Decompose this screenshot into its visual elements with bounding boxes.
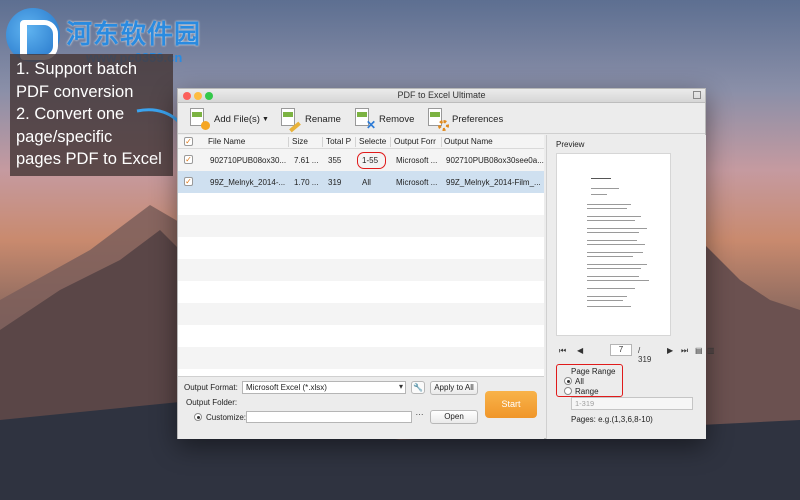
output-folder-label: Output Folder: xyxy=(186,398,238,407)
customize-label: Customize: xyxy=(206,413,247,422)
add-files-button[interactable]: Add File(s) ▼ xyxy=(188,107,269,131)
remove-pdf-icon: ✕ xyxy=(353,108,376,131)
toolbar: Add File(s) ▼ Rename ✕ Remove Preference… xyxy=(178,103,705,134)
col-total-pages[interactable]: Total P xyxy=(326,137,354,146)
page-export-icon[interactable]: ▥ xyxy=(707,346,715,355)
row-output-name: 902710PUB08ox30see0a... xyxy=(446,156,544,165)
row-output-format: Microsoft ... xyxy=(396,156,438,165)
apply-to-all-button[interactable]: Apply to All xyxy=(430,381,478,395)
next-page-icon[interactable]: ▶ xyxy=(667,346,673,355)
empty-row xyxy=(178,237,544,259)
empty-row xyxy=(178,369,544,376)
row-total-pages: 319 xyxy=(328,178,342,187)
row-checkbox[interactable]: ✓ xyxy=(184,155,193,164)
output-folder-input[interactable] xyxy=(246,411,412,423)
format-settings-wrench-icon[interactable]: 🔧 xyxy=(411,381,425,394)
pages-hint: Pages: e.g.(1,3,6,8-10) xyxy=(571,415,653,424)
row-size: 1.70 ... xyxy=(294,178,319,187)
table-row[interactable]: ✓ 99Z_Melnyk_2014-... 1.70 ... 319 All M… xyxy=(178,171,544,193)
empty-row xyxy=(178,325,544,347)
empty-row xyxy=(178,281,544,303)
row-output-format: Microsoft ... xyxy=(396,178,438,187)
row-total-pages: 355 xyxy=(328,156,342,165)
empty-row xyxy=(178,215,544,237)
page-view-icon[interactable]: ▤ xyxy=(695,346,703,355)
annotation-line-5: pages PDF to Excel xyxy=(16,150,162,168)
file-list: ✓ File Name Size Total P Selecte Output … xyxy=(178,135,544,376)
prev-page-icon[interactable]: ◀ xyxy=(577,346,583,355)
row-selected-pages[interactable]: All xyxy=(362,178,371,187)
window-title: PDF to Excel Ultimate xyxy=(397,90,486,100)
col-selected-pages[interactable]: Selecte xyxy=(359,137,389,146)
selected-pages-highlight xyxy=(357,152,386,169)
preferences-label: Preferences xyxy=(452,113,504,125)
open-folder-button[interactable]: Open xyxy=(430,410,478,424)
preview-panel: Preview ⏮ ◀ 7 / 319 ▶ ⏭ ▤ ▥ Page Range A… xyxy=(546,135,715,439)
output-format-value: Microsoft Excel (*.xlsx) xyxy=(246,383,327,392)
preferences-gear-icon xyxy=(426,108,449,131)
customize-radio[interactable] xyxy=(194,413,202,421)
rename-pdf-icon xyxy=(279,108,301,133)
page-range-highlight xyxy=(556,364,623,397)
output-format-label: Output Format: xyxy=(184,383,238,392)
preview-page-thumbnail xyxy=(556,153,671,336)
add-files-label: Add File(s) xyxy=(214,113,260,125)
start-button[interactable]: Start xyxy=(485,391,537,418)
remove-label: Remove xyxy=(379,113,415,125)
empty-row xyxy=(178,259,544,281)
select-all-checkbox[interactable]: ✓ xyxy=(184,137,193,146)
title-bar: PDF to Excel Ultimate xyxy=(178,89,705,103)
fullscreen-icon[interactable] xyxy=(693,91,701,99)
annotation-line-2: PDF conversion xyxy=(16,82,134,101)
table-row[interactable]: ✓ 902710PUB08ox30... 7.61 ... 355 1-55 M… xyxy=(178,149,544,171)
row-checkbox[interactable]: ✓ xyxy=(184,177,193,186)
col-output-format[interactable]: Output Forr xyxy=(394,137,440,146)
preferences-button[interactable]: Preferences xyxy=(426,107,503,131)
row-output-name: 99Z_Melnyk_2014-Film_... xyxy=(446,178,541,187)
rename-button[interactable]: Rename xyxy=(279,107,341,133)
col-output-name[interactable]: Output Name xyxy=(444,137,493,146)
browse-folder-button[interactable]: ··· xyxy=(414,411,425,423)
col-file-name[interactable]: File Name xyxy=(208,137,245,146)
select-arrows-icon: ▾ xyxy=(398,382,403,391)
first-page-icon[interactable]: ⏮ xyxy=(559,346,566,356)
annotation-line-1: 1. Support batch xyxy=(16,60,138,78)
empty-row xyxy=(178,303,544,325)
empty-row xyxy=(178,193,544,215)
row-size: 7.61 ... xyxy=(294,156,319,165)
output-format-select[interactable]: Microsoft Excel (*.xlsx) ▾ xyxy=(242,381,406,394)
file-list-header: ✓ File Name Size Total P Selecte Output … xyxy=(178,135,544,149)
rename-label: Rename xyxy=(305,113,341,125)
chevron-down-icon: ▼ xyxy=(261,115,269,123)
remove-button[interactable]: ✕ Remove xyxy=(353,107,414,131)
col-size[interactable]: Size xyxy=(292,137,320,146)
app-window: PDF to Excel Ultimate Add File(s) ▼ Rena… xyxy=(177,88,715,439)
page-range-input[interactable]: 1-319 xyxy=(571,397,693,410)
last-page-icon[interactable]: ⏭ xyxy=(681,346,688,356)
watermark-title: 河东软件园 xyxy=(66,20,202,50)
current-page-input[interactable]: 7 xyxy=(610,344,632,356)
output-settings: Output Format: Microsoft Excel (*.xlsx) … xyxy=(178,376,544,439)
total-pages-label: / 319 xyxy=(638,346,652,364)
preview-label: Preview xyxy=(556,140,585,149)
row-file-name: 902710PUB08ox30... xyxy=(210,156,287,165)
row-file-name: 99Z_Melnyk_2014-... xyxy=(210,178,286,187)
empty-row xyxy=(178,347,544,369)
add-pdf-icon xyxy=(188,108,210,130)
